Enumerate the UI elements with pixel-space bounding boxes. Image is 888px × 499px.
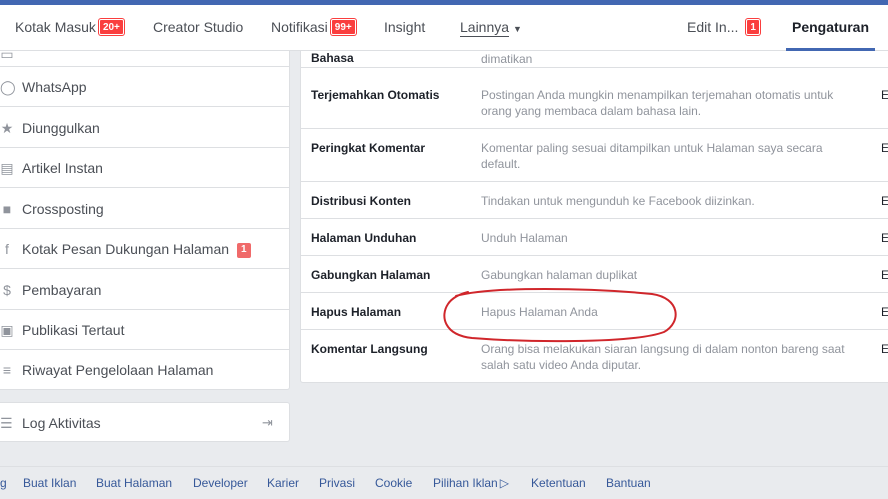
row-label: Hapus Halaman [311, 305, 402, 319]
row-description: Unduh Halaman [481, 231, 568, 245]
facebook-icon: f [5, 241, 9, 257]
footer-link-developer[interactable]: Developer [193, 476, 248, 490]
settings-row-merge-pages[interactable]: Gabungkan Halaman Gabungkan halaman dupl… [301, 256, 888, 293]
sidebar-item-featured[interactable]: ★ Diunggulkan [0, 108, 289, 148]
tab-settings[interactable]: Pengaturan [786, 5, 876, 51]
star-icon: ★ [0, 120, 14, 136]
history-settings-icon: ≡ [2, 362, 12, 378]
support-inbox-badge: 1 [237, 243, 251, 258]
settings-row-live-commenting[interactable]: Komentar Langsung Orang bisa melakukan s… [301, 330, 888, 383]
general-settings-panel: Bahasa dimatikan Terjemahkan Otomatis Po… [300, 51, 888, 383]
footer-link-partial[interactable]: g [0, 476, 7, 490]
edit-link[interactable]: E [881, 342, 888, 356]
sidebar-item-label: WhatsApp [22, 79, 87, 95]
row-description: Komentar paling sesuai ditampilkan untuk… [481, 141, 823, 171]
edit-link[interactable]: E [881, 141, 888, 155]
row-description: Tindakan untuk mengunduh ke Facebook dii… [481, 194, 755, 208]
row-label: Terjemahkan Otomatis [311, 88, 440, 102]
page-footer: g Buat Iklan Buat Halaman Developer Kari… [0, 466, 888, 499]
tab-more-label: Lainnya [460, 19, 510, 37]
activity-log-label: Log Aktivitas [22, 415, 101, 431]
notifications-badge: 99+ [330, 19, 356, 35]
list-icon: ☰ [0, 415, 13, 431]
footer-link-terms[interactable]: Ketentuan [531, 476, 586, 490]
edit-link[interactable]: E [881, 268, 888, 282]
whatsapp-icon: ◯ [0, 79, 16, 95]
row-description: Orang bisa melakukan siaran langsung di … [481, 342, 845, 372]
sidebar-item-label: Kotak Pesan Dukungan Halaman 1 [22, 229, 251, 269]
caret-down-icon: ▼ [513, 24, 522, 34]
video-camera-icon: ■ [2, 201, 12, 217]
settings-row-download-page[interactable]: Halaman Unduhan Unduh Halaman E [301, 219, 888, 256]
settings-row-language[interactable]: Bahasa dimatikan [301, 51, 888, 68]
sidebar-item-label: Crossposting [22, 201, 104, 217]
row-description: Postingan Anda mungkin menampilkan terje… [481, 88, 834, 118]
sidebar-item-crossposting[interactable]: ■ Crossposting [0, 189, 289, 229]
settings-row-content-distribution[interactable]: Distribusi Konten Tindakan untuk mengund… [301, 182, 888, 219]
sidebar-item-label: Riwayat Pengelolaan Halaman [22, 362, 214, 378]
row-label: Komentar Langsung [311, 342, 428, 356]
footer-link-help[interactable]: Bantuan [606, 476, 651, 490]
linked-publication-icon: ▣ [0, 322, 14, 338]
footer-link-privacy[interactable]: Privasi [319, 476, 355, 490]
sidebar-item-label: Publikasi Tertaut [22, 322, 125, 338]
footer-link-create-page[interactable]: Buat Halaman [96, 476, 172, 490]
footer-link-cookie[interactable]: Cookie [375, 476, 412, 490]
sidebar-item-page-history[interactable]: ≡ Riwayat Pengelolaan Halaman [0, 350, 289, 390]
footer-link-careers[interactable]: Karier [267, 476, 299, 490]
sidebar-item-payments[interactable]: $ Pembayaran [0, 270, 289, 310]
sidebar-item-linked-publications[interactable]: ▣ Publikasi Tertaut [0, 310, 289, 350]
tab-more[interactable]: Lainnya ▼ [460, 5, 522, 51]
row-description: Hapus Halaman Anda [481, 305, 598, 319]
edit-link[interactable]: E [881, 231, 888, 245]
tab-edit-info-label: Edit In... [687, 19, 739, 35]
settings-row-comment-ranking[interactable]: Peringkat Komentar Komentar paling sesua… [301, 129, 888, 182]
row-description: dimatikan [481, 52, 533, 66]
sidebar-item-whatsapp[interactable]: ◯ WhatsApp [0, 67, 289, 107]
footer-link-create-ad[interactable]: Buat Iklan [23, 476, 76, 490]
edit-link[interactable]: E [881, 194, 888, 208]
sidebar-item-label: Pembayaran [22, 282, 102, 298]
sidebar-item-support-inbox[interactable]: f Kotak Pesan Dukungan Halaman 1 [0, 229, 289, 269]
tab-edit-info[interactable]: Edit In... 1 [687, 5, 760, 51]
dollar-icon: $ [3, 282, 11, 298]
sidebar-item-label: Artikel Instan [22, 160, 103, 176]
settings-row-auto-translate[interactable]: Terjemahkan Otomatis Postingan Anda mung… [301, 76, 888, 129]
sidebar-item-label: Diunggulkan [22, 120, 100, 136]
edit-link[interactable]: E [881, 88, 888, 102]
row-label: Bahasa [311, 51, 354, 65]
sidebar-item-partial[interactable]: ▭ [0, 27, 289, 67]
tab-insight[interactable]: Insight [384, 5, 425, 51]
settings-row-remove-page[interactable]: Hapus Halaman Hapus Halaman Anda E [301, 293, 888, 330]
row-description: Gabungkan halaman duplikat [481, 268, 638, 282]
activity-log-link[interactable]: ☰ Log Aktivitas ⇥ [0, 402, 290, 442]
article-icon: ▤ [0, 160, 14, 176]
footer-link-ad-choices[interactable]: Pilihan Iklan ▷ [433, 476, 509, 490]
partial-icon: ▭ [0, 46, 14, 62]
sidebar-item-instant-articles[interactable]: ▤ Artikel Instan [0, 148, 289, 188]
edit-link[interactable]: E [881, 305, 888, 319]
row-label: Halaman Unduhan [311, 231, 417, 245]
settings-sidebar: ▭ ◯ WhatsApp ★ Diunggulkan ▤ Artikel Ins… [0, 47, 290, 390]
exit-icon: ⇥ [262, 415, 273, 430]
row-label: Distribusi Konten [311, 194, 412, 208]
row-label: Gabungkan Halaman [311, 268, 431, 282]
edit-info-badge: 1 [746, 19, 760, 35]
row-label: Peringkat Komentar [311, 141, 426, 155]
ad-choices-icon: ▷ [499, 476, 509, 490]
